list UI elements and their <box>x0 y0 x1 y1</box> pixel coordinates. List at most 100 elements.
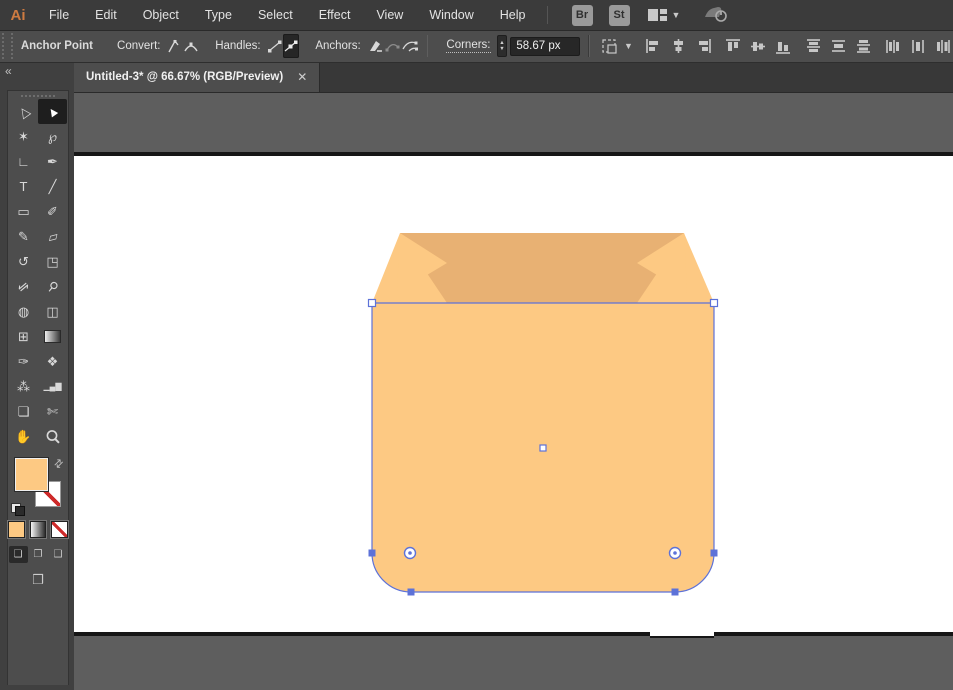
align-vertical-bottom-button[interactable] <box>774 37 793 55</box>
distribute-vertical-center-button[interactable] <box>829 37 848 55</box>
menu-file[interactable]: File <box>36 0 82 30</box>
stepper-down-icon[interactable]: ▼ <box>499 46 504 52</box>
color-mode-button[interactable] <box>8 521 25 538</box>
anchor-top-right[interactable] <box>709 298 719 308</box>
align-buttons <box>633 37 953 55</box>
canvas-area[interactable] <box>74 92 953 690</box>
menu-window[interactable]: Window <box>416 0 486 30</box>
panel-grip[interactable] <box>2 33 13 59</box>
line-segment-tool[interactable]: ╱ <box>38 174 67 199</box>
rectangle-tool[interactable]: ▭ <box>9 199 38 224</box>
zoom-tool[interactable] <box>38 424 67 449</box>
isolate-selection-button[interactable]: ▼ <box>600 37 633 55</box>
tab-close-icon[interactable]: ✕ <box>297 70 307 84</box>
screen-mode-button[interactable]: ❒ <box>8 572 68 588</box>
touch-power-icon[interactable] <box>702 3 728 28</box>
draw-mode-row: ❏ ❐ ❑ <box>8 546 68 563</box>
scale-tool[interactable]: ◳ <box>38 249 67 274</box>
hand-tool[interactable]: ✋ <box>9 424 38 449</box>
bag-inner-back[interactable] <box>400 233 684 303</box>
document-tab-bar: Untitled-3* @ 66.67% (RGB/Preview) ✕ <box>74 62 953 93</box>
shape-builder-tool[interactable]: ◍ <box>9 299 38 324</box>
rotate-tool[interactable]: ↺ <box>9 249 38 274</box>
draw-behind-button[interactable]: ❐ <box>29 546 48 563</box>
remove-anchor-button[interactable] <box>367 34 384 58</box>
center-point-indicator[interactable] <box>539 444 547 452</box>
perspective-grid-tool[interactable]: ◫ <box>38 299 67 324</box>
symbol-sprayer-tool[interactable]: ⁂ <box>9 374 38 399</box>
cut-path-button[interactable] <box>401 34 419 58</box>
puppet-warp-tool[interactable]: ⚲ <box>38 274 67 299</box>
show-handles-button[interactable] <box>282 34 300 58</box>
anchor-bottom-right[interactable] <box>671 588 679 596</box>
eyedropper-tool[interactable]: ✑ <box>9 349 38 374</box>
default-fill-stroke-icon[interactable] <box>11 503 25 516</box>
workspace-layout-icon <box>647 9 667 21</box>
document-tab[interactable]: Untitled-3* @ 66.67% (RGB/Preview) ✕ <box>74 62 321 92</box>
connect-anchors-button[interactable] <box>384 34 401 58</box>
pen-tool[interactable]: ✒ <box>38 149 67 174</box>
distribute-horizontal-left-button[interactable] <box>884 37 903 55</box>
paintbrush-tool[interactable]: ✐ <box>38 199 67 224</box>
align-horizontal-left-button[interactable] <box>644 37 663 55</box>
fill-stroke-area: ⇄ <box>8 455 68 517</box>
none-mode-button[interactable] <box>51 521 69 538</box>
shaper-tool[interactable]: ✎ <box>9 224 38 249</box>
selection-tool[interactable]: ▲ <box>38 99 67 124</box>
collapse-panel-icon[interactable]: « <box>5 64 12 78</box>
align-vertical-top-button[interactable] <box>724 37 743 55</box>
separator <box>588 35 591 57</box>
anchor-bottom-left[interactable] <box>407 588 415 596</box>
mesh-tool[interactable]: ⊞ <box>9 324 38 349</box>
control-bar-title: Anchor Point <box>20 40 94 52</box>
fill-swatch[interactable] <box>15 458 48 491</box>
align-vertical-center-button[interactable] <box>749 37 768 55</box>
convert-to-corner-button[interactable] <box>166 34 182 58</box>
menu-effect[interactable]: Effect <box>306 0 364 30</box>
type-tool[interactable]: T <box>9 174 38 199</box>
column-graph-tool[interactable]: ▁▄▇ <box>38 374 67 399</box>
distribute-horizontal-center-button[interactable] <box>909 37 928 55</box>
distribute-vertical-top-button[interactable] <box>804 37 823 55</box>
distribute-vertical-bottom-button[interactable] <box>854 37 873 55</box>
panel-drag-grip[interactable] <box>21 95 55 97</box>
gradient-tool[interactable] <box>38 324 67 349</box>
gradient-mode-button[interactable] <box>29 521 47 538</box>
slice-tool[interactable]: ✄ <box>38 399 67 424</box>
menu-type[interactable]: Type <box>192 0 245 30</box>
magic-wand-tool[interactable]: ✶ <box>9 124 38 149</box>
align-horizontal-right-button[interactable] <box>694 37 713 55</box>
corners-value-input[interactable] <box>510 36 581 56</box>
artboard-tool[interactable]: ❏ <box>9 399 38 424</box>
menu-view[interactable]: View <box>363 0 416 30</box>
direct-selection-tool[interactable]: △ <box>9 99 38 124</box>
bridge-button[interactable]: Br <box>571 4 593 26</box>
draw-normal-button[interactable]: ❏ <box>8 546 28 563</box>
corners-link[interactable]: Corners: <box>446 39 491 53</box>
swap-fill-stroke-icon[interactable]: ⇄ <box>51 456 66 471</box>
anchor-right-curve[interactable] <box>710 549 718 557</box>
stock-button[interactable]: St <box>608 4 630 26</box>
width-tool[interactable]: ⇋ <box>9 274 38 299</box>
menu-edit[interactable]: Edit <box>82 0 130 30</box>
draw-inside-button[interactable]: ❑ <box>49 546 68 563</box>
align-horizontal-center-button[interactable] <box>669 37 688 55</box>
corner-widget-left-dot <box>408 551 412 555</box>
bag-artwork[interactable] <box>372 233 714 592</box>
workspace-switcher-button[interactable]: ▼ <box>647 8 680 22</box>
artboard-bottom-edge <box>74 632 953 636</box>
anchor-top-left[interactable] <box>367 298 377 308</box>
curvature-tool[interactable]: ∟ <box>9 149 38 174</box>
menu-select[interactable]: Select <box>245 0 306 30</box>
hide-handles-button[interactable] <box>267 34 283 58</box>
menu-help[interactable]: Help <box>487 0 539 30</box>
menu-object[interactable]: Object <box>130 0 192 30</box>
chevron-down-icon: ▼ <box>624 41 633 51</box>
blend-tool[interactable]: ❖ <box>38 349 67 374</box>
convert-to-smooth-button[interactable] <box>183 34 199 58</box>
corners-stepper[interactable]: ▲ ▼ <box>496 35 508 57</box>
distribute-horizontal-right-button[interactable] <box>934 37 953 55</box>
eraser-tool[interactable]: ▱ <box>38 224 67 249</box>
anchor-left-curve[interactable] <box>368 549 376 557</box>
lasso-tool[interactable]: ℘ <box>38 124 67 149</box>
